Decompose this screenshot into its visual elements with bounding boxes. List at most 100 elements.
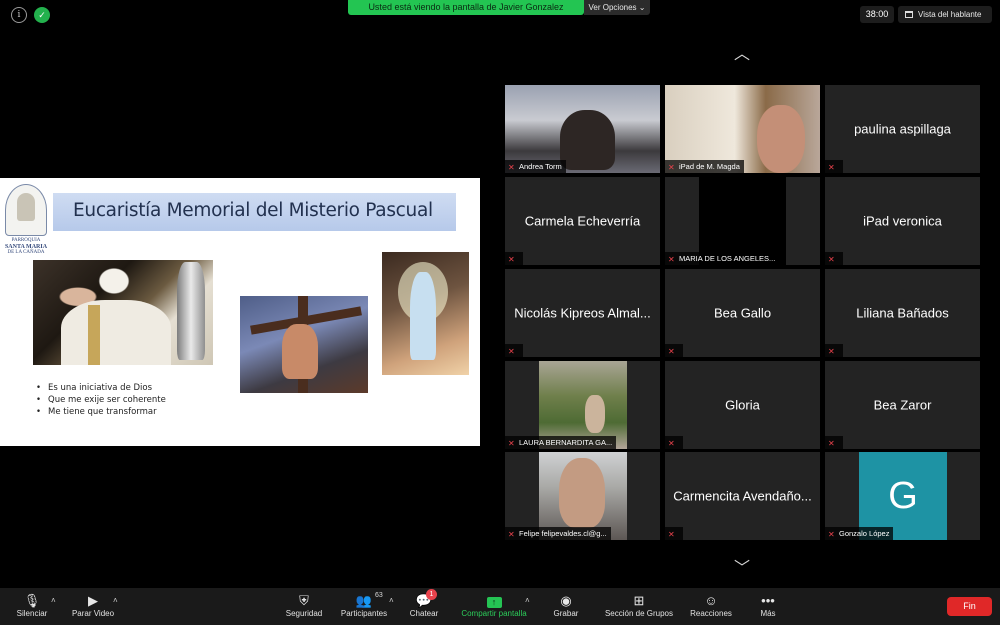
participant-tile[interactable]: Bea Zaror ✕ <box>825 361 980 449</box>
crucifixion-image <box>240 296 368 393</box>
participant-tile[interactable]: ✕ iPad de M. Magda <box>665 85 820 173</box>
mic-muted-icon: ✕ <box>828 439 835 448</box>
participant-name: paulina aspillaga <box>854 121 951 137</box>
participant-tile[interactable]: ✕ MARIA DE LOS ANGELES... <box>665 177 820 265</box>
mic-muted-icon: ✕ <box>828 347 835 356</box>
slide-bullets: Es una iniciativa de Dios Que me exije s… <box>36 382 166 418</box>
scroll-down-chevron-icon[interactable]: ﹀ <box>730 561 754 577</box>
share-banner: Usted está viendo la pantalla de Javier … <box>348 0 584 15</box>
participant-tile[interactable]: Liliana Bañados ✕ <box>825 269 980 357</box>
record-label: Grabar <box>553 609 579 618</box>
record-button[interactable]: ◉ Grabar <box>548 592 584 622</box>
participant-tile[interactable]: Gloria ✕ <box>665 361 820 449</box>
eucharist-photo <box>33 260 213 365</box>
participant-name: iPad de M. Magda <box>679 162 740 171</box>
people-icon: 👥 <box>355 593 373 608</box>
participant-tile[interactable]: Bea Gallo ✕ <box>665 269 820 357</box>
resurrection-image <box>382 252 469 375</box>
participant-tile[interactable]: G ✕ Gonzalo López <box>825 452 980 540</box>
participant-name-tag: ✕ <box>505 252 523 265</box>
chat-unread-badge: 1 <box>426 589 437 600</box>
mute-label: Silenciar <box>16 609 48 618</box>
info-icon[interactable]: i <box>11 7 27 23</box>
participant-tile[interactable]: Carmela Echeverría ✕ <box>505 177 660 265</box>
participant-tile[interactable]: iPad veronica ✕ <box>825 177 980 265</box>
participant-name: Liliana Bañados <box>856 305 949 321</box>
participant-tile[interactable]: ✕ LAURA BERNARDITA GA... <box>505 361 660 449</box>
speaker-view-button[interactable]: Vista del hablante <box>898 6 992 23</box>
share-screen-icon: ↑ <box>456 592 532 609</box>
mic-muted-icon: ✕ <box>508 530 515 539</box>
parish-logo <box>5 184 47 236</box>
bullet-item: Me tiene que transformar <box>36 406 166 418</box>
participants-caret-icon[interactable]: ˄ <box>389 596 394 605</box>
mic-muted-icon: ✕ <box>668 347 675 356</box>
participant-name-tag: ✕ <box>665 527 683 540</box>
participant-name-tag: ✕ <box>505 344 523 357</box>
participant-name: LAURA BERNARDITA GA... <box>519 438 613 447</box>
mic-muted-icon: ✕ <box>508 163 515 172</box>
participants-count: 63 <box>375 592 383 599</box>
more-button[interactable]: ••• Más <box>754 592 782 622</box>
participant-tile[interactable]: ✕ Felipe felipevaldes.cl@g... <box>505 452 660 540</box>
breakout-label: Sección de Grupos <box>604 609 674 618</box>
chevron-down-icon: ⌄ <box>638 3 646 12</box>
mic-muted-icon: ✕ <box>668 530 675 539</box>
emoji-icon: ☺ <box>704 593 718 608</box>
mic-muted-icon: ✕ <box>508 255 515 264</box>
breakout-rooms-button[interactable]: ⊞ Sección de Grupos <box>600 592 678 622</box>
participant-name: Andrea Torm <box>519 162 562 171</box>
video-camera-icon: ▶ <box>88 593 98 608</box>
participant-name: Gloria <box>725 397 760 413</box>
breakout-grid-icon: ⊞ <box>633 593 645 608</box>
mic-muted-icon: ✕ <box>828 255 835 264</box>
shield-icon[interactable]: ✓ <box>34 7 50 23</box>
reactions-button[interactable]: ☺ Reacciones <box>687 592 735 622</box>
more-dots-icon: ••• <box>761 593 775 608</box>
participant-tile[interactable]: paulina aspillaga ✕ <box>825 85 980 173</box>
mic-muted-icon: ✕ <box>668 439 675 448</box>
end-meeting-button[interactable]: Fin <box>947 597 992 616</box>
slide-title: Eucaristía Memorial del Misterio Pascual <box>73 200 433 221</box>
photo-part <box>410 272 436 360</box>
share-options-caret-icon[interactable]: ˄ <box>525 596 530 605</box>
participant-name: Carmela Echeverría <box>524 213 641 229</box>
stop-video-label: Parar Video <box>71 609 115 618</box>
participant-name-tag: ✕ MARIA DE LOS ANGELES... <box>665 252 780 265</box>
mic-muted-icon: ✕ <box>828 163 835 172</box>
view-options-button[interactable]: Ver Opciones ⌄ <box>584 0 650 15</box>
scroll-up-chevron-icon[interactable]: ︿ <box>730 47 754 63</box>
participants-label: Participantes <box>340 609 388 618</box>
top-bar: i ✓ Usted está viendo la pantalla de Jav… <box>0 0 1000 30</box>
share-screen-button[interactable]: ↑ Compartir pantalla <box>456 592 532 622</box>
security-button[interactable]: ⛨ Seguridad <box>283 592 325 622</box>
photo-part <box>177 262 205 360</box>
participant-tile[interactable]: Carmencita Avendaño... ✕ <box>665 452 820 540</box>
logo-figure <box>17 193 35 221</box>
participant-name: Bea Gallo <box>713 305 772 321</box>
participant-name: iPad veronica <box>863 213 942 229</box>
logo-caption-line: DE LA CAÑADA <box>7 250 45 255</box>
meeting-toolbar: 🎙 Silenciar ˄ ▶ Parar Video ˄ ⛨ Segurida… <box>0 588 1000 625</box>
reactions-label: Reacciones <box>690 609 732 618</box>
participants-button[interactable]: 👥 Participantes <box>336 592 392 622</box>
mute-options-caret-icon[interactable]: ˄ <box>51 596 56 605</box>
video-options-caret-icon[interactable]: ˄ <box>113 596 118 605</box>
participant-tile[interactable]: Nicolás Kipreos Almal... ✕ <box>505 269 660 357</box>
record-icon: ◉ <box>560 593 572 608</box>
meeting-timer: 38:00 <box>860 6 894 23</box>
stop-video-button[interactable]: ▶ Parar Video <box>68 592 118 622</box>
mic-muted-icon: ✕ <box>508 347 515 356</box>
participant-name: Nicolás Kipreos Almal... <box>514 305 651 321</box>
bullet-item: Que me exije ser coherente <box>36 394 166 406</box>
mic-muted-icon: ✕ <box>668 255 675 264</box>
chat-label: Chatear <box>409 609 439 618</box>
participant-name: Bea Zaror <box>873 397 932 413</box>
mute-button[interactable]: 🎙 Silenciar <box>12 592 52 622</box>
participant-name-tag: ✕ <box>825 160 843 173</box>
participant-name: Carmencita Avendaño... <box>673 488 812 504</box>
participant-tile[interactable]: ✕ Andrea Torm <box>505 85 660 173</box>
view-options-label: Ver Opciones <box>588 3 637 12</box>
mic-muted-icon: ✕ <box>828 530 835 539</box>
shield-icon: ⛨ <box>299 593 309 608</box>
